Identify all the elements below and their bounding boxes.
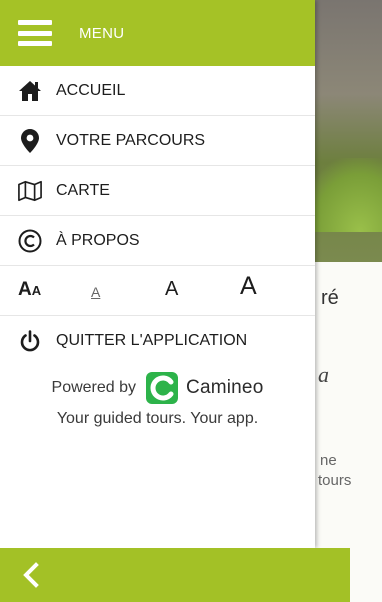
font-size-icon: AA [18, 279, 42, 300]
camineo-brand-name: Camineo [186, 377, 264, 398]
home-icon [18, 79, 42, 103]
copyright-icon [18, 229, 42, 253]
font-size-small-option[interactable]: A [91, 284, 100, 300]
power-icon [18, 329, 42, 353]
camineo-logo[interactable]: Camineo [146, 372, 263, 404]
drawer-header: MENU [0, 0, 315, 66]
hamburger-menu-icon[interactable] [18, 20, 52, 46]
menu-item-votre-parcours[interactable]: VOTRE PARCOURS [0, 116, 315, 166]
quit-app-button[interactable]: QUITTER L'APPLICATION [0, 316, 315, 366]
powered-by-section: Powered by Camineo Your guided tours. Yo… [0, 372, 315, 428]
powered-by-text: Powered by [51, 379, 137, 396]
menu-item-label: À PROPOS [56, 231, 140, 249]
powered-tagline: Your guided tours. Your app. [56, 410, 259, 427]
menu-item-a-propos[interactable]: À PROPOS [0, 216, 315, 266]
camineo-logo-icon [146, 372, 179, 404]
background-text-fragment: a [318, 362, 329, 387]
menu-item-accueil[interactable]: ACCUEIL [0, 66, 315, 116]
menu-title: MENU [79, 24, 125, 42]
font-size-medium-option[interactable]: A [165, 278, 178, 301]
map-pin-icon [18, 128, 42, 153]
background-text-fragment: ne [320, 452, 337, 469]
menu-item-label: CARTE [56, 181, 110, 199]
back-arrow-icon[interactable] [22, 560, 52, 590]
bottom-navigation-bar [0, 548, 350, 602]
menu-item-label: ACCUEIL [56, 81, 126, 99]
quit-label: QUITTER L'APPLICATION [56, 332, 248, 349]
menu-item-carte[interactable]: CARTE [0, 166, 315, 216]
font-size-selector: AA A A A [0, 266, 315, 316]
map-icon [18, 179, 42, 203]
background-text-fragment: tours [318, 472, 352, 489]
font-size-large-option[interactable]: A [240, 272, 257, 301]
menu-item-label: VOTRE PARCOURS [56, 131, 206, 149]
background-text-fragment: ré [321, 287, 339, 309]
navigation-drawer: MENU ACCUEIL VOTRE PARCOURS CARTE À PROP… [0, 0, 315, 548]
